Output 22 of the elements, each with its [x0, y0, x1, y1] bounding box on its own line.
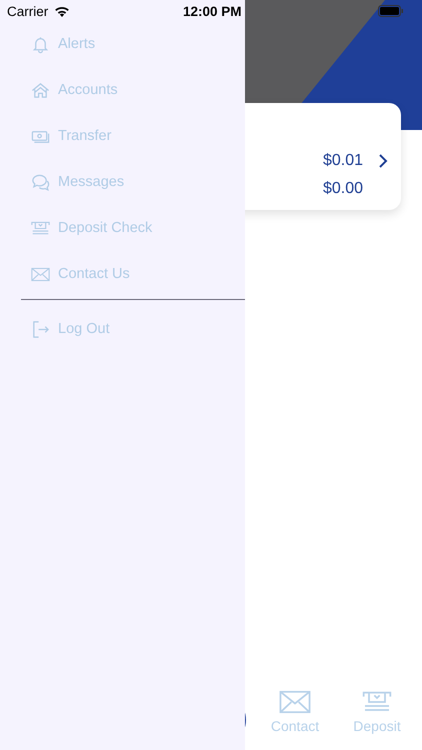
carrier-label: Carrier — [7, 4, 48, 18]
menu-item[interactable]: Messages — [31, 170, 245, 194]
menu-item[interactable]: Accounts — [31, 78, 245, 102]
tab-bar-item[interactable]: Deposit — [346, 690, 408, 734]
menu-item[interactable]: Contact Us — [31, 262, 245, 286]
logout-icon — [31, 320, 50, 338]
atm-slot-icon — [361, 690, 393, 714]
wifi-icon — [54, 5, 70, 17]
tab-bar-item[interactable]: Contact — [264, 690, 326, 734]
bell-icon — [31, 34, 50, 54]
envelope-icon — [279, 690, 311, 714]
speech-bubbles-icon — [31, 172, 50, 192]
menu-item[interactable]: Alerts — [31, 32, 245, 56]
menu-item[interactable]: Transfer — [31, 124, 245, 148]
menu-item[interactable]: Deposit Check — [31, 216, 245, 240]
status-time: 12:00 PM — [183, 4, 242, 18]
balance-amount: $0.00 — [322, 180, 363, 198]
battery-icon — [378, 5, 404, 17]
menu-item[interactable]: Log Out — [31, 317, 110, 341]
balance-amount: $0.01 — [322, 152, 363, 170]
chevron-right-icon — [378, 154, 388, 168]
house-icon — [31, 80, 50, 100]
